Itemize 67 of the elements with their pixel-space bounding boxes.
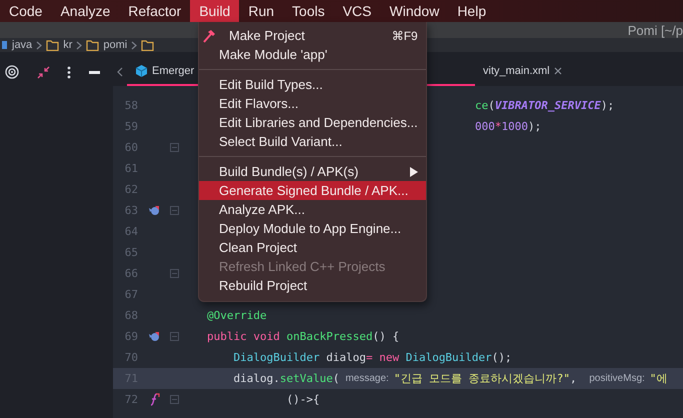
line-number: 66 (124, 267, 138, 280)
menu-item[interactable]: Rebuild Project (199, 276, 426, 295)
code-line: @Override (207, 309, 267, 322)
minimize-icon[interactable] (88, 70, 100, 74)
chevron-right-icon (131, 40, 138, 50)
line-number: 59 (124, 120, 138, 133)
chevron-right-icon (76, 40, 82, 50)
close-icon[interactable] (554, 67, 562, 75)
menu-item[interactable]: Select Build Variant... (199, 132, 426, 151)
menu-item[interactable]: Analyze APK... (199, 200, 426, 219)
line-number: 63 (124, 204, 138, 217)
menu-item[interactable]: Edit Flavors... (199, 94, 426, 113)
more-vertical-icon[interactable] (67, 66, 71, 78)
breadcrumb-item[interactable]: java (12, 39, 32, 51)
collapse-icon[interactable] (36, 66, 50, 78)
breadcrumb-item[interactable]: kr (63, 39, 72, 51)
menu-item[interactable]: Make Module 'app' (199, 45, 426, 64)
menu-bar-item[interactable]: VCS (334, 0, 381, 22)
line-number: 65 (124, 246, 138, 259)
chevron-left-icon[interactable] (117, 67, 123, 77)
menu-item[interactable]: Generate Signed Bundle / APK... (199, 181, 426, 200)
menu-bar-item[interactable]: Build (190, 0, 240, 22)
line-number: 68 (124, 309, 138, 322)
menu-item[interactable]: Clean Project (199, 238, 426, 257)
code-line: dialog.setValue( message: "긴급 모드를 종료하시겠습니까?", positiveMsg: "에 (232, 371, 668, 386)
line-number: 58 (124, 99, 138, 112)
menu-item[interactable]: Deploy Module to App Engine... (199, 219, 426, 238)
line-number: 60 (124, 141, 138, 154)
lambda-icon (148, 393, 160, 406)
menu-bar-item[interactable]: Run (239, 0, 284, 22)
menu-bar-item[interactable]: Help (448, 0, 496, 22)
breadcrumb-item[interactable]: pomi (103, 39, 128, 51)
submenu-arrow-icon (410, 166, 418, 176)
menu-item[interactable]: Edit Build Types... (199, 75, 426, 94)
line-number: 70 (124, 351, 138, 364)
menu-item[interactable]: Build Bundle(s) / APK(s) (199, 162, 426, 181)
code-line: ()->{ (285, 393, 320, 406)
fold-marker-icon[interactable] (170, 395, 178, 404)
menu-item[interactable]: Make Project ⌘F9 (199, 26, 426, 45)
cube-icon (135, 64, 148, 78)
line-number: 61 (124, 162, 138, 175)
line-number: 62 (124, 183, 138, 196)
code-line: 000*1000); (475, 120, 542, 133)
override-icon (148, 331, 160, 342)
line-number: 64 (124, 225, 138, 238)
code-line: public void onBackPressed() { (207, 330, 400, 343)
override-icon (148, 205, 160, 216)
chevron-right-icon (36, 40, 42, 50)
line-number: 72 (124, 393, 138, 406)
fold-marker-icon[interactable] (170, 143, 178, 152)
target-icon[interactable] (5, 65, 19, 79)
hammer-icon (202, 28, 216, 42)
line-number: 69 (124, 330, 138, 343)
code-line: DialogBuilder dialog= new DialogBuilder(); (232, 351, 512, 364)
window-title: Pomi [~/p (628, 22, 683, 38)
fold-marker-icon[interactable] (170, 206, 178, 215)
fold-marker-icon[interactable] (170, 269, 178, 278)
menu-item[interactable]: Edit Libraries and Dependencies... (199, 113, 426, 132)
menu-bar-item[interactable]: Analyze (51, 0, 120, 22)
menu-bar-item[interactable]: Refactor (119, 0, 190, 22)
editor-tab[interactable]: vity_main.xml (475, 58, 615, 86)
code-line: ce(VIBRATOR_SERVICE); (475, 99, 614, 112)
menu-bar-item[interactable]: Code (0, 0, 52, 22)
menu-bar-item[interactable]: Tools (283, 0, 334, 22)
menu-bar-item[interactable]: Window (380, 0, 448, 22)
fold-marker-icon[interactable] (170, 332, 178, 341)
line-number: 67 (124, 288, 138, 301)
